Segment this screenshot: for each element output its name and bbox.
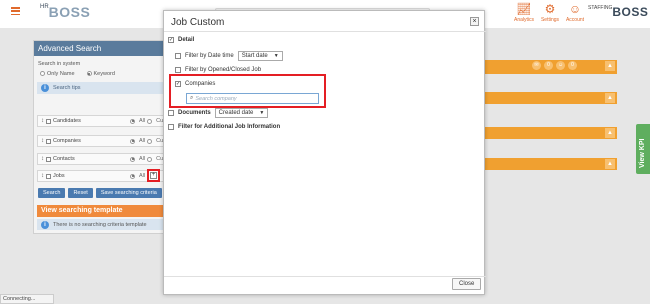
dropdown-arrow-icon: ▼	[259, 110, 265, 116]
chart-icon: 📈︎	[516, 2, 532, 16]
gear-icon: ⚙	[544, 2, 556, 16]
panel-action-icons: ✉ 0 ☺ 0	[532, 61, 577, 70]
search-mode-radios: Only Name Keyword	[40, 71, 167, 77]
keyword-radio[interactable]: Keyword	[86, 71, 115, 77]
category-row-companies: ↕ Companies All Cu	[37, 135, 166, 147]
collapse-chevron-icon[interactable]: ▲	[605, 159, 615, 169]
all-radio[interactable]	[130, 156, 135, 162]
person-icon: ☺	[568, 2, 582, 16]
advanced-search-panel: Advanced Search Search in system Only Na…	[33, 40, 168, 234]
hamburger-menu-icon[interactable]	[11, 7, 20, 15]
reset-button[interactable]: Reset	[68, 188, 93, 198]
only-name-radio[interactable]: Only Name	[40, 71, 75, 77]
job-custom-dialog: Job Custom × ✓ Detail Filter by Date tim…	[163, 10, 486, 295]
dashboard-panel-header: ✉ 0 ☺ 0 ▲	[484, 60, 617, 74]
analytics-nav[interactable]: 📈︎ Analytics	[511, 2, 537, 24]
close-icon[interactable]: ×	[470, 17, 479, 26]
all-radio[interactable]	[130, 118, 135, 124]
info-icon: i	[41, 84, 49, 92]
count-badge[interactable]: 0	[544, 61, 553, 70]
view-kpi-tab[interactable]: View KPI	[636, 124, 650, 174]
reorder-icon[interactable]: ↕	[41, 173, 44, 179]
divider	[164, 31, 486, 32]
settings-nav[interactable]: ⚙ Settings	[537, 2, 563, 24]
search-button[interactable]: Search	[38, 188, 66, 198]
status-bar: Connecting...	[0, 294, 54, 304]
dialog-title: Job Custom	[171, 17, 225, 28]
hrboss-logo[interactable]: HRBOSS	[40, 4, 90, 20]
info-icon: i	[41, 220, 49, 229]
reorder-icon[interactable]: ↕	[41, 118, 44, 124]
highlight-box	[147, 169, 160, 182]
additional-info-checkbox[interactable]	[168, 124, 174, 130]
save-criteria-button[interactable]: Save searching criteria	[95, 188, 162, 198]
date-type-select[interactable]: Start date ▼	[237, 51, 283, 61]
category-checkbox[interactable]	[46, 118, 51, 124]
detail-option: ✓ Detail	[168, 37, 195, 43]
filter-opened-checkbox[interactable]	[175, 67, 181, 73]
category-row-candidates: ↕ Candidates All Cu	[37, 115, 166, 127]
search-in-label: Search in system	[38, 61, 81, 67]
detail-checkbox[interactable]: ✓	[168, 37, 174, 43]
search-tips[interactable]: i Search tips	[37, 82, 164, 94]
reorder-icon[interactable]: ↕	[41, 156, 44, 162]
custom-radio[interactable]	[147, 156, 153, 162]
category-checkbox[interactable]	[46, 173, 51, 179]
reorder-icon[interactable]: ↕	[41, 138, 44, 144]
staffingboss-logo[interactable]: STAFFINGBOSS	[588, 5, 648, 19]
dashboard-panel-header: ▲	[484, 127, 617, 139]
category-checkbox[interactable]	[46, 138, 51, 144]
documents-option: Documents Created date ▼	[168, 108, 269, 118]
documents-date-select[interactable]: Created date ▼	[214, 108, 269, 118]
mail-icon[interactable]: ✉	[532, 61, 541, 70]
collapse-chevron-icon[interactable]: ▲	[605, 61, 615, 71]
documents-checkbox[interactable]	[168, 110, 174, 116]
close-button[interactable]: Close	[452, 278, 482, 290]
dropdown-arrow-icon: ▼	[273, 53, 279, 59]
all-radio[interactable]	[130, 138, 135, 144]
divider	[164, 276, 486, 277]
custom-radio[interactable]	[147, 138, 153, 144]
collapse-chevron-icon[interactable]: ▲	[605, 128, 615, 138]
additional-info-option: Filter for Additional Job Information	[168, 124, 280, 130]
advanced-search-title: Advanced Search	[34, 41, 167, 56]
highlight-box	[169, 74, 326, 108]
dashboard-panel-header: ▲	[484, 92, 617, 104]
no-template-message: i There is no searching criteria templat…	[37, 219, 168, 230]
all-radio[interactable]	[130, 173, 135, 179]
dashboard-panel-header: ▲	[484, 158, 617, 170]
account-nav[interactable]: ☺ Account	[562, 2, 588, 24]
filter-date-option: Filter by Date time Start date ▼	[175, 51, 283, 61]
category-row-contacts: ↕ Contacts All Cu	[37, 153, 166, 165]
collapse-chevron-icon[interactable]: ▲	[605, 93, 615, 103]
category-checkbox[interactable]	[46, 156, 51, 162]
user-icon[interactable]: ☺	[556, 61, 565, 70]
custom-radio[interactable]	[147, 118, 153, 124]
count-badge[interactable]: 0	[568, 61, 577, 70]
filter-opened-closed-option: Filter by Opened/Closed Job	[175, 67, 261, 73]
search-actions: Search Reset Save searching criteria	[38, 188, 162, 198]
filter-date-checkbox[interactable]	[175, 53, 181, 59]
view-template-header[interactable]: View searching template	[37, 205, 168, 217]
